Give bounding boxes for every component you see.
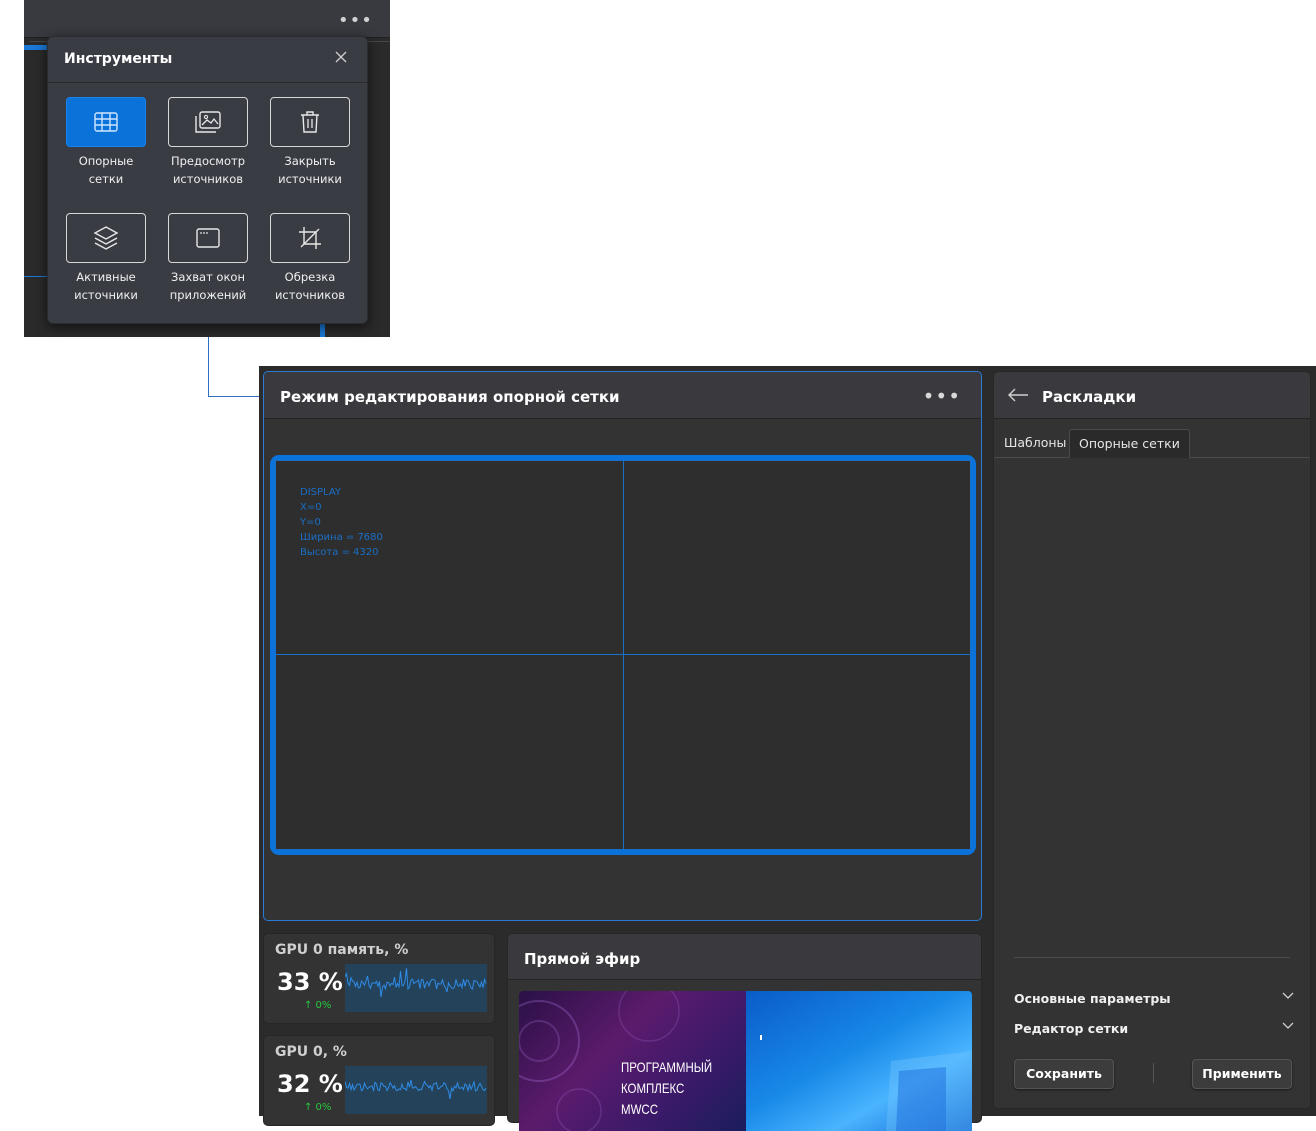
tool-label: Предосмотр источников bbox=[163, 152, 253, 188]
tool-label-line: Предосмотр bbox=[170, 154, 246, 168]
trash-icon bbox=[301, 111, 319, 133]
tool-label-line: источники bbox=[74, 288, 138, 302]
callout-connector bbox=[208, 396, 264, 397]
tools-header: Инструменты bbox=[48, 37, 367, 83]
display-y: Y=0 bbox=[300, 517, 321, 528]
more-options-icon[interactable]: ••• bbox=[923, 384, 961, 408]
tool-label-line: Опорные bbox=[78, 154, 134, 168]
stat-title: GPU 0, % bbox=[275, 1044, 347, 1060]
tool-label-line: Закрыть bbox=[284, 154, 336, 168]
tool-button[interactable] bbox=[168, 213, 248, 263]
tool-label-line: источники bbox=[278, 172, 342, 186]
tool-label-line: источников bbox=[172, 172, 244, 186]
highlight-bar bbox=[24, 45, 48, 50]
tools-popup: Инструменты Опорные сетки Предосмотр ист… bbox=[47, 36, 368, 324]
display-x: X=0 bbox=[300, 502, 322, 513]
grid-cell[interactable] bbox=[623, 654, 971, 850]
grid-editor-panel: Режим редактирования опорной сетки ••• D… bbox=[263, 371, 982, 921]
panel-title: Раскладки bbox=[1042, 388, 1137, 406]
live-caption-line: ПРОГРАММНЫЙ bbox=[621, 1059, 713, 1075]
tool-button[interactable] bbox=[66, 97, 146, 147]
live-header: Прямой эфир bbox=[508, 934, 981, 980]
live-caption-line: КОМПЛЕКС MWCC bbox=[621, 1080, 685, 1117]
display-height: Высота = 4320 bbox=[300, 547, 379, 558]
tool-label: Обрезка источников bbox=[265, 268, 355, 304]
stat-delta: ↑ 0% bbox=[304, 1000, 332, 1011]
tool-label-line: источников bbox=[274, 288, 346, 302]
gallery-icon bbox=[195, 111, 221, 133]
divider bbox=[1153, 1063, 1154, 1083]
tab-templates[interactable]: Шаблоны bbox=[995, 429, 1075, 458]
more-options-icon[interactable]: ••• bbox=[338, 10, 373, 31]
live-preview-source[interactable]: ПРОГРАММНЫЙ КОМПЛЕКС MWCC bbox=[519, 991, 746, 1131]
gpu-stat: GPU 0, % 32 % ↑ 0% bbox=[263, 1035, 495, 1126]
arrow-left-icon[interactable] bbox=[1007, 387, 1029, 403]
accordion-grid-editor[interactable]: Редактор сетки bbox=[1014, 1018, 1294, 1038]
tool-reference-grids[interactable]: Опорные сетки bbox=[61, 97, 151, 188]
tab-bar: Шаблоны Опорные сетки bbox=[994, 429, 1310, 458]
accordion-label: Редактор сетки bbox=[1014, 1021, 1129, 1036]
stat-title: GPU 0 память, % bbox=[275, 942, 409, 958]
panel-header: Раскладки bbox=[994, 372, 1310, 419]
live-title: Прямой эфир bbox=[524, 950, 641, 968]
layers-icon bbox=[93, 226, 119, 250]
live-desktop-source[interactable] bbox=[746, 991, 972, 1131]
chevron-down-icon bbox=[1282, 1022, 1294, 1029]
tool-label-line: Активные bbox=[76, 270, 136, 284]
desktop-wallpaper-image bbox=[760, 1035, 972, 1131]
display-label: DISPLAY bbox=[300, 487, 342, 498]
stat-value: 33 % bbox=[277, 968, 343, 996]
live-caption: ПРОГРАММНЫЙ КОМПЛЕКС MWCC bbox=[621, 1057, 724, 1120]
tool-label-line: приложений bbox=[169, 288, 247, 302]
grid-cell[interactable] bbox=[623, 460, 971, 655]
display-info: DISPLAY X=0 Y=0 Ширина = 7680 Высота = 4… bbox=[300, 485, 383, 560]
chevron-down-icon bbox=[1282, 992, 1294, 999]
stat-delta: ↑ 0% bbox=[304, 1102, 332, 1113]
layouts-panel: Раскладки Шаблоны Опорные сетки Основные… bbox=[993, 371, 1311, 1109]
window-icon bbox=[196, 228, 220, 248]
tool-window-capture[interactable]: Захват окон приложений bbox=[163, 213, 253, 304]
tool-label: Активные источники bbox=[61, 268, 151, 304]
close-icon[interactable] bbox=[333, 49, 349, 65]
grid-cell[interactable] bbox=[275, 654, 624, 850]
divider bbox=[1014, 957, 1290, 958]
accordion-basic-params[interactable]: Основные параметры bbox=[1014, 988, 1294, 1008]
tool-label: Закрыть источники bbox=[265, 152, 355, 188]
tool-button[interactable] bbox=[66, 213, 146, 263]
callout-connector bbox=[208, 337, 209, 397]
tool-label-line: Обрезка bbox=[284, 270, 336, 284]
grid-cell[interactable]: DISPLAY X=0 Y=0 Ширина = 7680 Высота = 4… bbox=[275, 460, 624, 655]
display-grid[interactable]: DISPLAY X=0 Y=0 Ширина = 7680 Высота = 4… bbox=[270, 455, 976, 855]
crop-icon bbox=[299, 227, 321, 249]
tools-title: Инструменты bbox=[64, 51, 173, 67]
tool-label-line: сетки bbox=[88, 172, 124, 186]
tool-label: Опорные сетки bbox=[61, 152, 151, 188]
editor-header: Режим редактирования опорной сетки ••• bbox=[264, 372, 981, 419]
tool-close-sources[interactable]: Закрыть источники bbox=[265, 97, 355, 188]
sparkline bbox=[345, 964, 487, 1012]
apply-button[interactable]: Применить bbox=[1192, 1059, 1292, 1089]
tool-button[interactable] bbox=[168, 97, 248, 147]
live-broadcast-panel: Прямой эфир ПРОГРАММНЫЙ КОМПЛЕКС MWCC bbox=[507, 933, 982, 1131]
highlight-bar bbox=[320, 322, 325, 337]
tool-button[interactable] bbox=[270, 213, 350, 263]
tool-button[interactable] bbox=[270, 97, 350, 147]
display-width: Ширина = 7680 bbox=[300, 532, 383, 543]
tools-region-topbar bbox=[24, 0, 390, 38]
editor-title: Режим редактирования опорной сетки bbox=[280, 388, 620, 406]
tool-label-line: Захват окон bbox=[171, 270, 245, 284]
save-button[interactable]: Сохранить bbox=[1014, 1059, 1114, 1089]
tool-label: Захват окон приложений bbox=[163, 268, 253, 304]
tool-preview-sources[interactable]: Предосмотр источников bbox=[163, 97, 253, 188]
tool-active-sources[interactable]: Активные источники bbox=[61, 213, 151, 304]
grid-icon bbox=[94, 112, 118, 132]
stat-value: 32 % bbox=[277, 1070, 343, 1098]
gpu-memory-stat: GPU 0 память, % 33 % ↑ 0% bbox=[263, 933, 495, 1024]
tool-crop-sources[interactable]: Обрезка источников bbox=[265, 213, 355, 304]
sparkline bbox=[345, 1066, 487, 1114]
accordion-label: Основные параметры bbox=[1014, 991, 1171, 1006]
tab-reference-grids[interactable]: Опорные сетки bbox=[1069, 429, 1190, 458]
highlight-line bbox=[24, 276, 48, 277]
